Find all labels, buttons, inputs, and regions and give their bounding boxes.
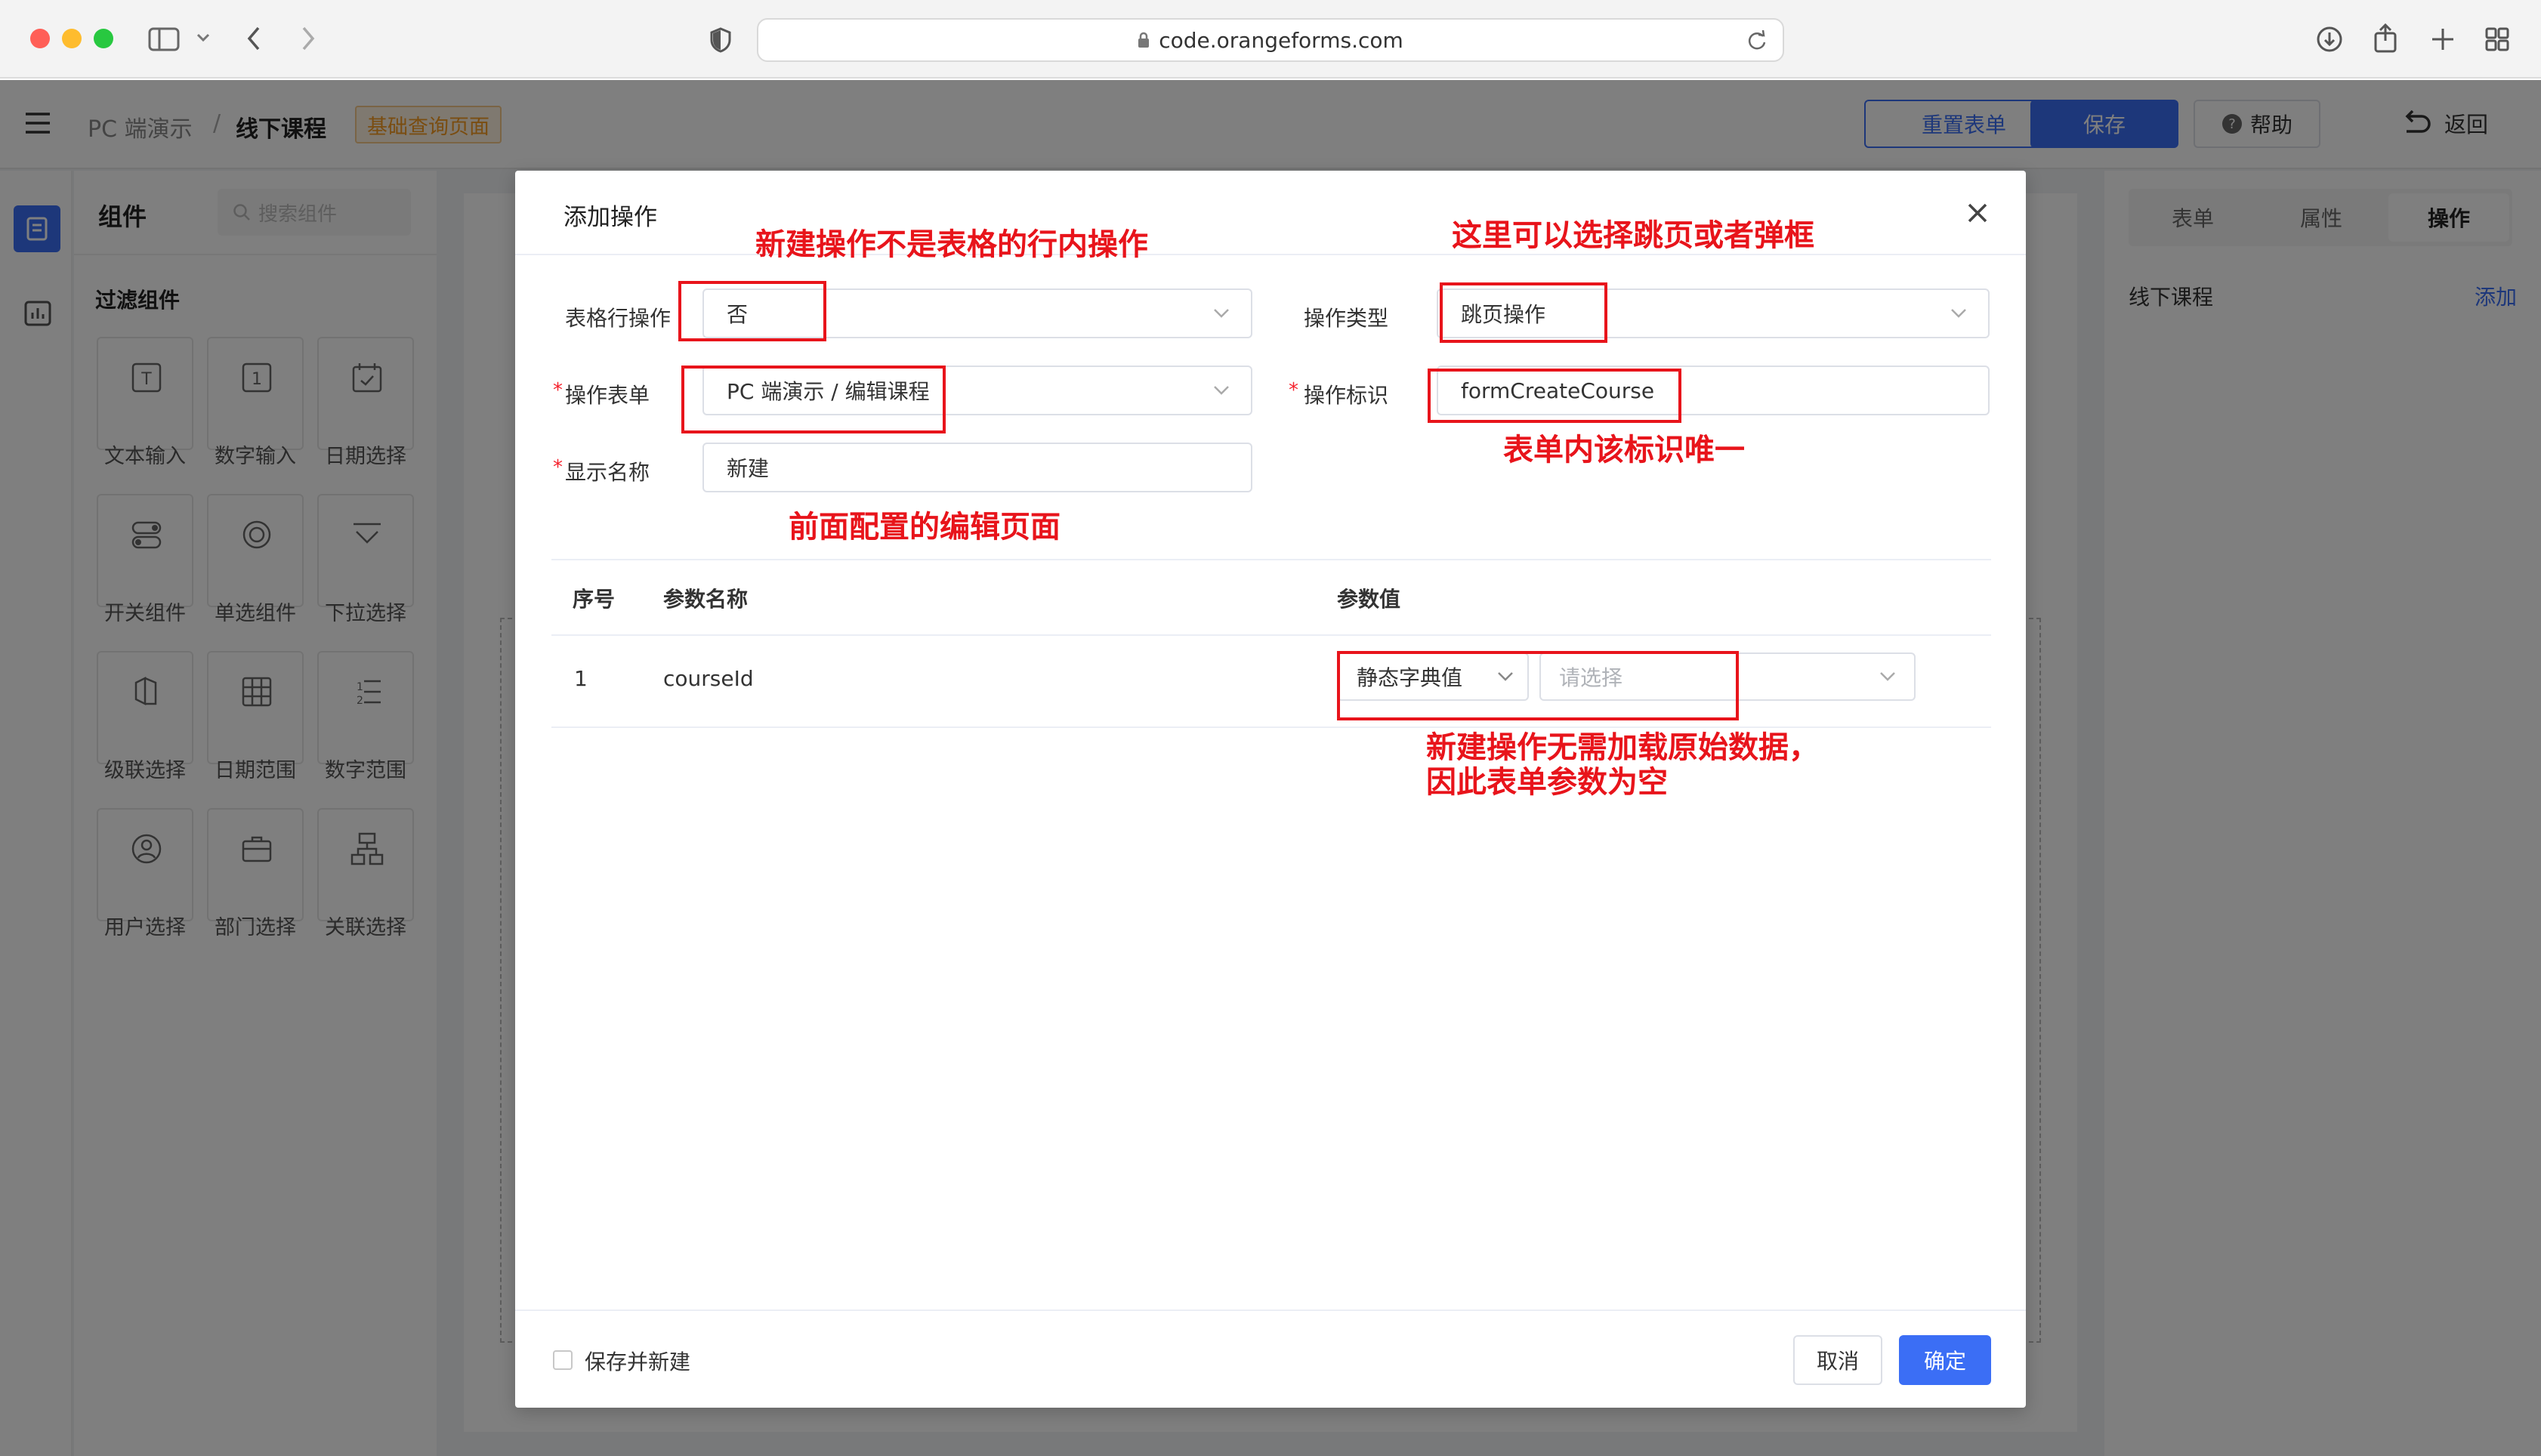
annotation-op-id-note: 表单内该标识唯一 — [1503, 433, 1745, 467]
dialog-title: 添加操作 — [563, 204, 657, 231]
cancel-button[interactable]: 取消 — [1793, 1335, 1882, 1385]
required-mark: * — [553, 456, 563, 479]
row-param-name: courseId — [663, 666, 754, 691]
lock-icon — [1138, 32, 1150, 48]
annotation-param-note-line2: 因此表单参数为空 — [1426, 765, 1668, 800]
row-index: 1 — [574, 666, 588, 691]
chevron-down-icon[interactable] — [196, 33, 210, 42]
row-operation-label: 表格行操作 — [565, 306, 672, 331]
column-header-index: 序号 — [573, 587, 616, 612]
required-mark: * — [553, 379, 563, 402]
maximize-window-button[interactable] — [94, 29, 113, 48]
annotation-param-note-line1: 新建操作无需加载原始数据， — [1426, 730, 1819, 765]
annotation-box-param-value — [1337, 651, 1739, 720]
column-header-param-name: 参数名称 — [663, 587, 749, 612]
close-window-button[interactable] — [30, 29, 50, 48]
table-row: 1 courseId 静态字典值 请选择 — [551, 636, 1991, 720]
back-nav-icon[interactable] — [246, 26, 261, 51]
operation-id-label: 操作标识 — [1304, 383, 1389, 408]
address-bar[interactable]: code.orangeforms.com — [757, 18, 1784, 62]
save-and-new-label[interactable]: 保存并新建 — [585, 1346, 690, 1376]
annotation-op-type-note: 这里可以选择跳页或者弹框 — [1452, 218, 1814, 253]
annotation-row-op-note: 新建操作不是表格的行内操作 — [755, 227, 1148, 262]
close-icon[interactable] — [1965, 201, 1990, 225]
chevron-down-icon — [1880, 672, 1895, 681]
dialog-footer-divider — [515, 1309, 2026, 1311]
required-mark: * — [1289, 379, 1298, 402]
sidebar-toggle-icon[interactable] — [148, 27, 180, 51]
forward-nav-icon[interactable] — [301, 26, 316, 51]
display-name-value: 新建 — [727, 456, 770, 481]
table-top-border — [551, 559, 1991, 560]
confirm-button[interactable]: 确定 — [1899, 1335, 1991, 1385]
save-and-new-checkbox[interactable] — [553, 1350, 573, 1370]
operation-type-label: 操作类型 — [1304, 306, 1389, 331]
add-operation-dialog: 添加操作 表格行操作 否 操作类型 跳页操作 * 操作表单 PC 端演示 / 编… — [515, 171, 2026, 1408]
annotation-box-row-op — [678, 281, 826, 341]
display-name-label: 显示名称 — [565, 460, 650, 485]
annotation-box-op-form — [681, 366, 946, 433]
operation-form-label: 操作表单 — [565, 383, 650, 408]
url-text: code.orangeforms.com — [1159, 27, 1403, 53]
column-header-param-value: 参数值 — [1337, 587, 1401, 612]
table-bottom-border — [551, 726, 1991, 728]
display-name-input[interactable]: 新建 — [702, 443, 1252, 492]
annotation-box-op-type — [1440, 282, 1607, 343]
tab-overview-icon[interactable] — [2485, 27, 2509, 51]
annotation-op-form-note: 前面配置的编辑页面 — [789, 510, 1061, 544]
annotation-box-op-id — [1428, 369, 1681, 423]
share-icon[interactable] — [2373, 23, 2397, 53]
download-icon[interactable] — [2316, 26, 2343, 53]
chevron-down-icon — [1214, 386, 1229, 395]
minimize-window-button[interactable] — [62, 29, 82, 48]
chevron-down-icon — [1951, 309, 1966, 318]
dialog-header-divider — [515, 254, 2026, 255]
reload-icon[interactable] — [1746, 30, 1768, 51]
new-tab-icon[interactable] — [2431, 27, 2455, 51]
chevron-down-icon — [1214, 309, 1229, 318]
shield-icon[interactable] — [710, 27, 731, 53]
